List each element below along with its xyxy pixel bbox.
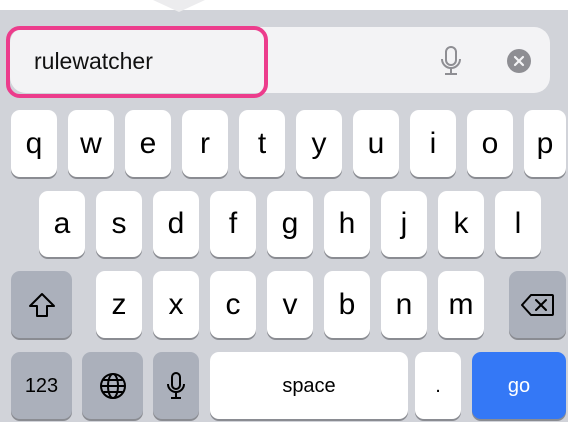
key-w[interactable]: w	[68, 110, 114, 177]
key-a[interactable]: a	[39, 191, 85, 257]
delete-key[interactable]	[509, 271, 566, 338]
dictation-key[interactable]	[153, 352, 199, 419]
clear-x-icon	[513, 55, 525, 67]
key-q[interactable]: q	[11, 110, 57, 177]
key-t[interactable]: t	[239, 110, 285, 177]
key-g[interactable]: g	[267, 191, 313, 257]
key-u[interactable]: u	[353, 110, 399, 177]
key-s[interactable]: s	[96, 191, 142, 257]
key-c[interactable]: c	[210, 271, 256, 338]
key-j[interactable]: j	[381, 191, 427, 257]
go-key[interactable]: go	[472, 352, 566, 419]
key-m[interactable]: m	[438, 271, 484, 338]
key-r[interactable]: r	[182, 110, 228, 177]
microphone-icon	[167, 371, 185, 399]
key-f[interactable]: f	[210, 191, 256, 257]
key-y[interactable]: y	[296, 110, 342, 177]
backspace-icon	[520, 293, 554, 316]
space-key[interactable]: space	[210, 352, 408, 419]
key-n[interactable]: n	[381, 271, 427, 338]
key-i[interactable]: i	[410, 110, 456, 177]
period-key[interactable]: .	[415, 352, 461, 419]
top-strip	[0, 0, 568, 10]
key-o[interactable]: o	[467, 110, 513, 177]
key-k[interactable]: k	[438, 191, 484, 257]
numbers-key[interactable]: 123	[11, 352, 72, 419]
key-b[interactable]: b	[324, 271, 370, 338]
key-d[interactable]: d	[153, 191, 199, 257]
key-z[interactable]: z	[96, 271, 142, 338]
shift-arrow-icon	[28, 292, 55, 317]
globe-icon	[99, 372, 126, 399]
key-e[interactable]: e	[125, 110, 171, 177]
microphone-icon[interactable]	[439, 44, 463, 78]
key-v[interactable]: v	[267, 271, 313, 338]
globe-key[interactable]	[82, 352, 143, 419]
key-p[interactable]: p	[524, 110, 566, 177]
key-x[interactable]: x	[153, 271, 199, 338]
key-l[interactable]: l	[495, 191, 541, 257]
key-h[interactable]: h	[324, 191, 370, 257]
clear-button[interactable]	[507, 49, 531, 73]
search-input[interactable]: rulewatcher	[34, 41, 153, 81]
shift-key[interactable]	[11, 271, 72, 338]
popover-pointer	[153, 0, 205, 12]
